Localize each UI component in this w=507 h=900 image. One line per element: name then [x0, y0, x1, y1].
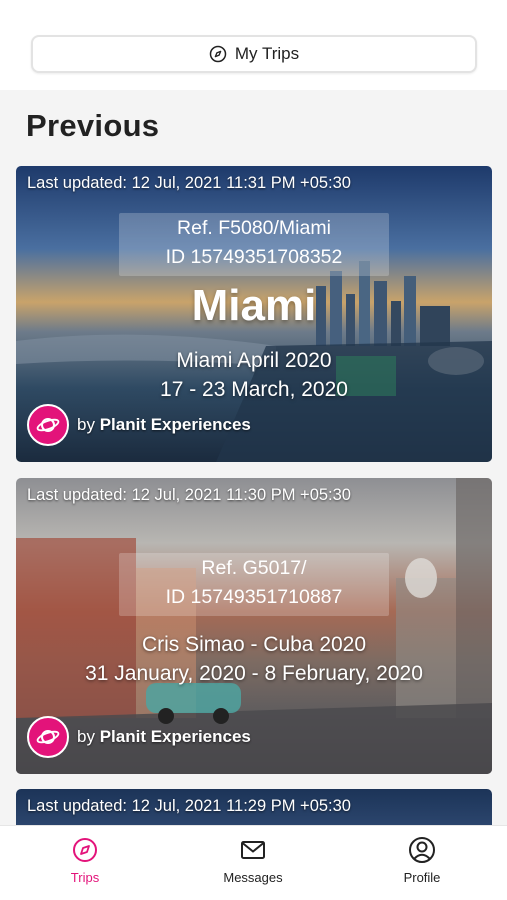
organizer-name: Planit Experiences — [99, 415, 251, 434]
compass-icon — [73, 838, 97, 862]
trip-card[interactable]: Last updated: 12 Jul, 2021 11:29 PM +05:… — [16, 789, 492, 825]
trips-list[interactable]: Previous Last updated: 12 Jul, 2021 11:3… — [0, 90, 507, 825]
trip-card[interactable]: Last updated: 12 Jul, 2021 11:31 PM +05:… — [16, 166, 492, 462]
organizer-byline: by Planit Experiences — [27, 716, 251, 758]
compass-icon — [209, 45, 227, 63]
reference-box: Ref. G5017/ ID 15749351710887 — [119, 553, 389, 616]
my-trips-button[interactable]: My Trips — [31, 35, 477, 73]
planet-logo-icon — [27, 404, 69, 446]
reference-number: Ref. F5080/Miami — [177, 217, 331, 239]
last-updated-text: Last updated: 12 Jul, 2021 11:29 PM +05:… — [27, 797, 351, 815]
trip-name: Miami April 2020 — [176, 349, 332, 372]
my-trips-label: My Trips — [234, 44, 300, 63]
user-circle-icon — [409, 837, 435, 863]
by-prefix: by — [77, 727, 95, 746]
trip-details: Cris Simao - Cuba 2020 31 January, 2020 … — [16, 630, 492, 688]
trip-details: Miami April 2020 17 - 23 March, 2020 — [16, 346, 492, 404]
tab-label: Profile — [403, 870, 441, 885]
organizer-byline: by Planit Experiences — [27, 404, 251, 446]
trip-dates: 31 January, 2020 - 8 February, 2020 — [85, 662, 423, 685]
tab-profile[interactable]: Profile — [362, 836, 482, 885]
trip-dates: 17 - 23 March, 2020 — [160, 378, 348, 401]
planet-logo-icon — [27, 716, 69, 758]
trip-id: ID 15749351710887 — [165, 586, 343, 608]
bottom-tab-bar: Trips Messages Profile — [0, 825, 507, 900]
destination-title: Miami — [191, 281, 317, 330]
section-title: Previous — [26, 108, 160, 143]
envelope-icon — [241, 841, 265, 859]
organizer-name: Planit Experiences — [99, 727, 251, 746]
tab-messages[interactable]: Messages — [193, 836, 313, 885]
tab-label: Messages — [223, 870, 283, 885]
last-updated-text: Last updated: 12 Jul, 2021 11:31 PM +05:… — [27, 174, 351, 192]
trip-name: Cris Simao - Cuba 2020 — [141, 633, 367, 656]
by-prefix: by — [77, 415, 95, 434]
trip-card[interactable]: Last updated: 12 Jul, 2021 11:30 PM +05:… — [16, 478, 492, 774]
reference-number: Ref. G5017/ — [201, 557, 307, 579]
trip-id: ID 15749351708352 — [165, 246, 343, 268]
last-updated-text: Last updated: 12 Jul, 2021 11:30 PM +05:… — [27, 486, 351, 504]
reference-box: Ref. F5080/Miami ID 15749351708352 — [119, 213, 389, 276]
top-header: My Trips — [0, 0, 507, 90]
tab-label: Trips — [70, 870, 100, 885]
tab-trips[interactable]: Trips — [25, 836, 145, 885]
